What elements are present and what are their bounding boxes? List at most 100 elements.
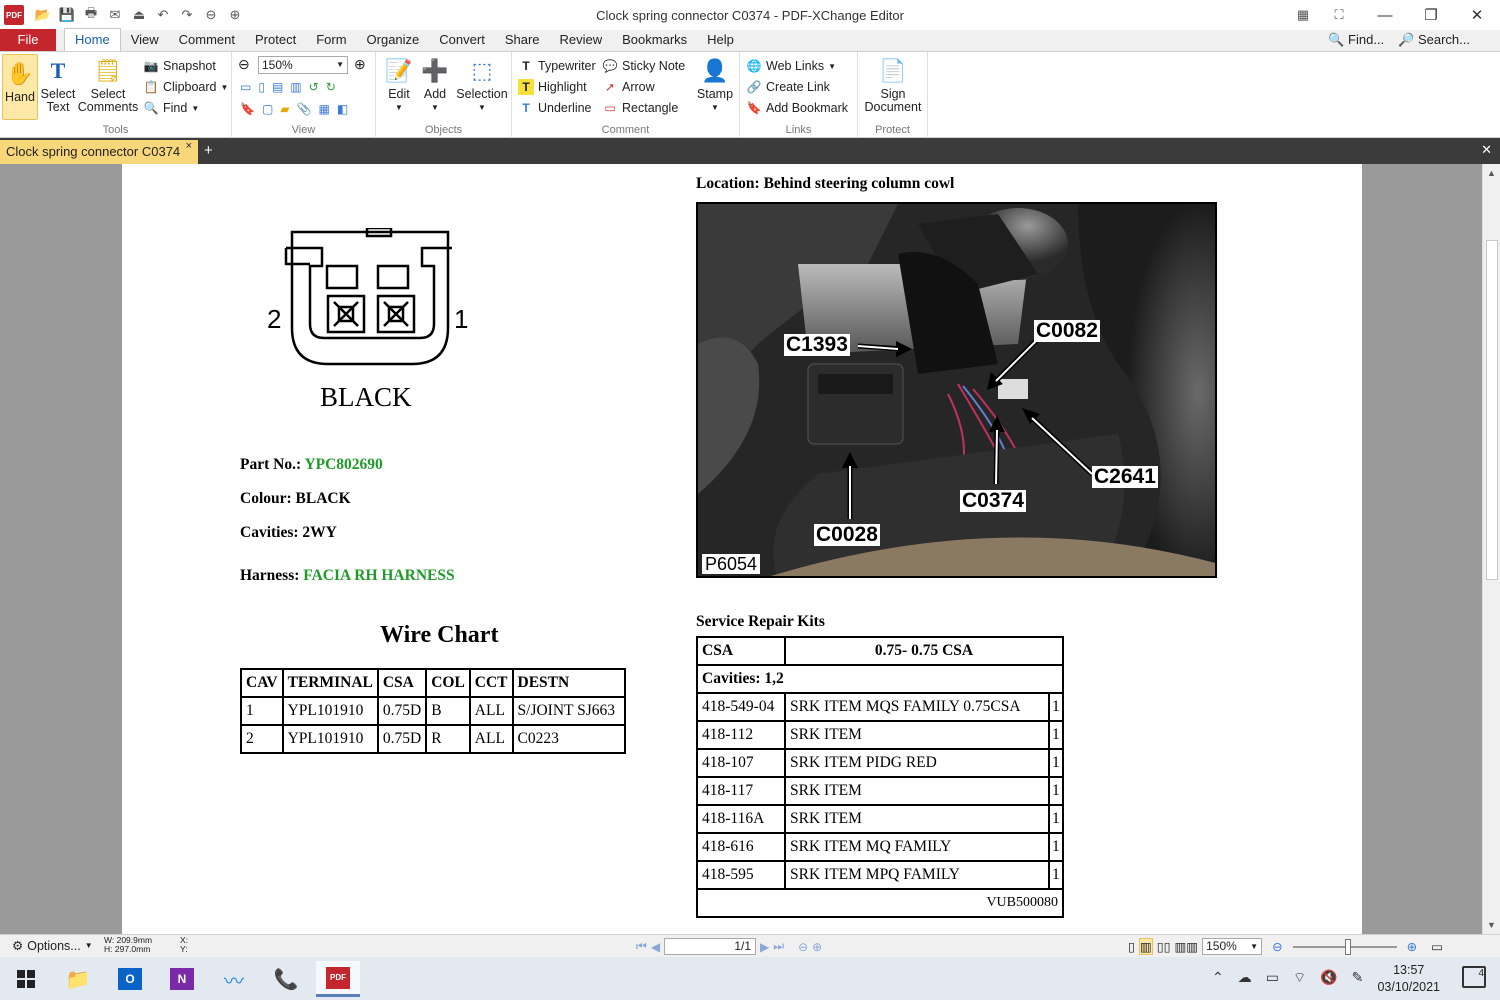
fit-width-icon[interactable]: ▤ <box>272 80 283 94</box>
volume-muted-icon[interactable]: 🔇 <box>1320 969 1337 987</box>
system-clock[interactable]: 13:57 03/10/2021 <box>1377 962 1440 996</box>
whiteboard-icon[interactable]: 〰 <box>212 961 256 997</box>
tab-comment[interactable]: Comment <box>169 29 245 51</box>
document-tab[interactable]: Clock spring connector C0374 × <box>0 140 198 164</box>
zoom-out-icon[interactable]: ⊖ <box>238 56 250 73</box>
zoom-slider[interactable] <box>1292 938 1397 955</box>
rotate-left-icon[interactable]: ↺ <box>309 80 319 94</box>
stamp-button[interactable]: 👤 Stamp ▼ <box>694 54 736 114</box>
options-button[interactable]: ⚙ Options... ▼ <box>12 938 93 954</box>
open-folder-icon[interactable]: 📂 <box>32 4 54 26</box>
prev-page-icon[interactable]: ◀ <box>651 940 660 954</box>
scroll-down-icon[interactable]: ▼ <box>1487 920 1496 930</box>
tab-share[interactable]: Share <box>495 29 550 51</box>
search-button[interactable]: 🔎 Search... <box>1398 32 1470 48</box>
zoom-in-icon[interactable]: ⊕ <box>354 56 366 73</box>
redo-icon[interactable]: ↷ <box>176 4 198 26</box>
web-links-button[interactable]: 🌐 Web Links ▼ <box>746 56 837 76</box>
notification-center-icon[interactable]: 4 <box>1462 966 1486 988</box>
selection-button[interactable]: ⬚ Selection ▼ <box>454 54 510 114</box>
actual-size-icon[interactable]: ▭ <box>240 80 251 94</box>
facing-continuous-icon[interactable]: ▥▥ <box>1174 939 1198 954</box>
zoom-slider-knob[interactable] <box>1344 938 1351 955</box>
sticky-note-button[interactable]: 💬 Sticky Note <box>602 56 686 76</box>
fullscreen-status-icon[interactable]: ▭ <box>1431 939 1443 954</box>
facing-icon[interactable]: ▯▯ <box>1157 939 1171 954</box>
ui-options-icon[interactable]: ▦ <box>1292 4 1314 26</box>
snapshot-button[interactable]: 📷 Snapshot <box>143 56 216 76</box>
close-all-icon[interactable]: ✕ <box>1481 142 1492 158</box>
tab-home[interactable]: Home <box>64 28 121 51</box>
select-text-button[interactable]: T Select Text <box>40 54 76 114</box>
scan-icon[interactable]: ⏏ <box>128 4 150 26</box>
save-icon[interactable]: 💾 <box>56 4 78 26</box>
find-tool-button[interactable]: 🔍 Find ▼ <box>143 98 200 118</box>
rectangle-button[interactable]: ▭ Rectangle <box>602 98 678 118</box>
email-icon[interactable]: ✉ <box>104 4 126 26</box>
bookmark-icon[interactable]: 🔖 <box>240 102 255 116</box>
outlook-icon[interactable]: O <box>108 961 152 997</box>
restore-button[interactable]: ❐ <box>1408 0 1454 30</box>
tab-file[interactable]: File <box>0 29 56 51</box>
add-bookmark-button[interactable]: 🔖 Add Bookmark <box>746 98 848 118</box>
arrow-button[interactable]: ➚ Arrow <box>602 77 655 97</box>
fit-visible-icon[interactable]: ▥ <box>290 80 301 94</box>
print-icon[interactable]: 🖶 <box>80 4 102 26</box>
back-icon[interactable]: ⊖ <box>200 4 222 26</box>
single-page-icon[interactable]: ▯ <box>1128 939 1135 954</box>
tab-protect[interactable]: Protect <box>245 29 306 51</box>
document-viewport[interactable]: 2 1 BLACK Part No.: YPC802690 Colour: BL… <box>0 164 1482 934</box>
continuous-icon[interactable]: ▥ <box>1138 938 1153 955</box>
wifi-icon[interactable]: ⌔ <box>1293 969 1306 987</box>
onedrive-icon[interactable]: ☁ <box>1238 969 1252 987</box>
hand-tool-button[interactable]: ✋ Hand <box>2 54 38 120</box>
rotate-right-icon[interactable]: ↻ <box>326 80 336 94</box>
edit-button[interactable]: 📝 Edit ▼ <box>380 54 418 114</box>
highlight-button[interactable]: T Highlight <box>518 77 587 97</box>
chevron-up-icon[interactable]: ⌃ <box>1212 969 1224 987</box>
first-page-icon[interactable]: ⏮ <box>636 939 647 954</box>
forward-icon[interactable]: ⊕ <box>224 4 246 26</box>
prev-view-icon[interactable]: ⊖ <box>798 940 808 954</box>
tab-organize[interactable]: Organize <box>357 29 430 51</box>
next-page-icon[interactable]: ▶ <box>760 940 769 954</box>
pdf-xchange-taskbar-icon[interactable]: PDF <box>316 961 360 997</box>
new-tab-icon[interactable]: + <box>204 142 213 159</box>
typewriter-button[interactable]: T Typewriter <box>518 56 595 76</box>
underline-button[interactable]: T Underline <box>518 98 591 118</box>
battery-icon[interactable]: ▭ <box>1266 969 1279 987</box>
viber-icon[interactable]: 📞 <box>264 961 308 997</box>
close-button[interactable]: ✕ <box>1454 0 1500 30</box>
tab-review[interactable]: Review <box>550 29 613 51</box>
select-comments-button[interactable]: 🗒 Select Comments <box>78 54 138 114</box>
tab-convert[interactable]: Convert <box>429 29 495 51</box>
clipboard-button[interactable]: 📋 Clipboard ▼ <box>143 77 229 97</box>
minimize-button[interactable]: — <box>1362 0 1408 30</box>
tab-form[interactable]: Form <box>306 29 356 51</box>
fit-page-icon[interactable]: ▯ <box>258 80 265 94</box>
properties-icon[interactable]: ▦ <box>318 102 329 116</box>
create-link-button[interactable]: 🔗 Create Link <box>746 77 830 97</box>
fullscreen-icon[interactable]: ⛶ <box>1328 4 1350 26</box>
undo-icon[interactable]: ↶ <box>152 4 174 26</box>
close-tab-icon[interactable]: × <box>186 140 192 152</box>
find-button[interactable]: 🔍 Find... <box>1328 32 1384 48</box>
add-button[interactable]: ➕ Add ▼ <box>418 54 452 114</box>
zoom-in-status-icon[interactable]: ⊕ <box>1407 939 1417 954</box>
tab-help[interactable]: Help <box>697 29 744 51</box>
pen-icon[interactable]: ✎ <box>1352 969 1364 987</box>
zoom-select[interactable]: 150% ▼ <box>258 56 348 74</box>
attachments-icon[interactable]: 📎 <box>297 102 312 116</box>
tab-bookmarks[interactable]: Bookmarks <box>612 29 697 51</box>
comments-icon[interactable]: ▰ <box>280 102 289 116</box>
scroll-up-icon[interactable]: ▲ <box>1487 168 1496 178</box>
onenote-icon[interactable]: N <box>160 961 204 997</box>
start-icon[interactable] <box>4 961 48 997</box>
vertical-scrollbar[interactable]: ▲ ▼ <box>1482 164 1500 934</box>
next-view-icon[interactable]: ⊕ <box>812 940 822 954</box>
status-zoom-select[interactable]: 150% ▼ <box>1202 938 1263 955</box>
sign-document-button[interactable]: 📄 Sign Document <box>862 54 924 114</box>
pages-icon[interactable]: ▢ <box>262 102 273 116</box>
scrollbar-thumb[interactable] <box>1486 240 1498 580</box>
page-number-input[interactable]: 1/1 <box>664 938 757 955</box>
